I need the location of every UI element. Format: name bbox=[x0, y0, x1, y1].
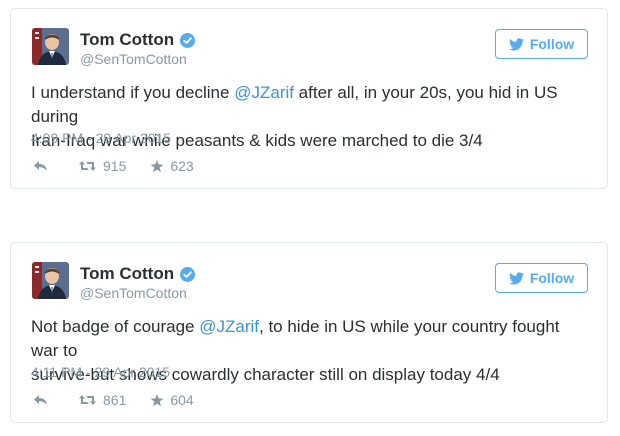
retweet-button[interactable]: 861 bbox=[78, 392, 126, 408]
reply-button[interactable] bbox=[33, 394, 54, 406]
tweet-text-part: I understand if you decline bbox=[31, 83, 235, 102]
tweet-card: Tom Cotton @SenTomCotton Follow I unders… bbox=[10, 8, 608, 189]
favorite-count: 623 bbox=[170, 158, 194, 174]
star-icon bbox=[150, 159, 164, 172]
timestamp[interactable]: 4:09 PM - 29 Apr 2015 bbox=[31, 130, 171, 146]
display-name[interactable]: Tom Cotton bbox=[80, 264, 174, 284]
follow-label: Follow bbox=[529, 36, 575, 52]
twitter-bird-icon bbox=[508, 271, 524, 284]
reply-icon bbox=[34, 395, 47, 405]
mention-link[interactable]: @JZarif bbox=[234, 83, 294, 102]
follow-label: Follow bbox=[529, 270, 575, 286]
mention-link[interactable]: @JZarif bbox=[199, 317, 259, 336]
tweet-text-part: Not badge of courage bbox=[31, 317, 200, 336]
display-name[interactable]: Tom Cotton bbox=[80, 30, 174, 50]
user-handle[interactable]: @SenTomCotton bbox=[80, 51, 187, 67]
follow-button[interactable]: Follow bbox=[495, 263, 588, 293]
favorite-button[interactable]: 623 bbox=[150, 158, 194, 174]
favorite-button[interactable]: 604 bbox=[150, 392, 194, 408]
verified-badge-icon bbox=[180, 266, 196, 282]
retweet-icon bbox=[79, 395, 96, 405]
retweet-count: 861 bbox=[103, 392, 127, 408]
follow-button[interactable]: Follow bbox=[495, 29, 588, 59]
favorite-count: 604 bbox=[170, 392, 194, 408]
tweet-actions: 915 623 bbox=[33, 158, 218, 174]
twitter-bird-icon bbox=[508, 37, 524, 50]
name-row: Tom Cotton bbox=[80, 30, 196, 50]
retweet-button[interactable]: 915 bbox=[78, 158, 126, 174]
retweet-count: 915 bbox=[103, 158, 127, 174]
star-icon bbox=[150, 393, 164, 406]
verified-badge-icon bbox=[180, 32, 196, 48]
tweet-card: Tom Cotton @SenTomCotton Follow Not badg… bbox=[10, 242, 608, 423]
retweet-icon bbox=[79, 161, 96, 171]
avatar[interactable] bbox=[32, 28, 69, 65]
reply-icon bbox=[34, 161, 47, 171]
name-row: Tom Cotton bbox=[80, 264, 196, 284]
user-handle[interactable]: @SenTomCotton bbox=[80, 285, 187, 301]
avatar[interactable] bbox=[32, 262, 69, 299]
tweet-actions: 861 604 bbox=[33, 392, 218, 408]
timestamp[interactable]: 4:11 PM - 29 Apr 2015 bbox=[31, 364, 170, 380]
reply-button[interactable] bbox=[33, 160, 54, 172]
